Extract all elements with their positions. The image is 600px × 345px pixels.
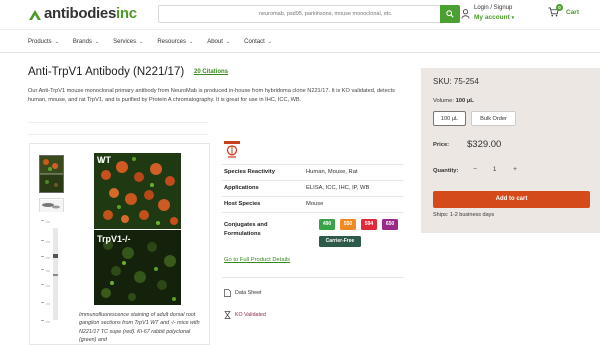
site-logo[interactable]: antibodiesinc [28,5,137,22]
nav-item-brands[interactable]: Brands ⌄ [73,39,99,45]
product-description: Our Anti-TrpV1 mouse monoclonal primary … [28,88,395,103]
spec-label-host: Host Species [224,201,261,207]
volume-option-100ul[interactable]: 100 µL [433,111,466,126]
divider [222,164,404,165]
nav-label: Contact [244,39,265,45]
nav-label: Services [113,39,137,45]
quantity-input[interactable]: 1 [493,167,496,173]
nav-label: Resources [157,39,187,45]
logo-suffix-text: inc [116,5,137,22]
conjugate-chip-650[interactable]: 650 [382,219,398,230]
nav-label: Brands [72,39,92,45]
chevron-down-icon: ▾ [511,15,515,21]
nav-label: Products [28,39,52,45]
nav-label: About [207,39,223,45]
chevron-down-icon: ⌄ [54,39,59,45]
ko-validated-label: KO Validated [235,312,266,318]
carrier-free-chip[interactable]: Carrier-Free [319,236,361,247]
spec-label-conjugates: Conjugates and [224,222,268,228]
main-product-image[interactable]: WT TrpV1-/- [94,153,181,305]
volume-value: 100 µL [455,98,474,104]
spec-label-species: Species Reactivity [224,169,275,175]
spec-label-formulations: Formulations [224,231,261,237]
quantity-increment-button[interactable]: + [513,166,517,173]
volume-option-bulk[interactable]: Bulk Order [471,111,516,126]
search-icon [446,10,454,18]
chevron-down-icon: ⌄ [94,39,100,45]
product-title: Anti-TrpV1 Antibody (N221/17) [28,66,185,78]
nav-item-resources[interactable]: Resources ⌄ [157,39,193,45]
panel-label-wt: WT [97,155,111,165]
divider [28,134,208,135]
spec-label-applications: Applications [224,185,259,191]
my-account-label: My account [474,14,510,21]
cart-button[interactable]: 0 Cart [548,4,580,17]
chevron-down-icon: ⌄ [225,39,231,45]
conjugate-chip-490[interactable]: 490 [319,219,335,230]
citations-link[interactable]: 20 Citations [194,69,228,75]
shipping-info: Ships: 1-2 business days [433,212,495,218]
gallery-thumbnail-western[interactable] [39,218,64,325]
neuromab-logo-icon [224,141,240,158]
volume-label-text: Volume: [433,98,454,104]
my-account-link[interactable]: My account ▾ [474,14,514,21]
logo-text: antibodiesinc [44,5,137,22]
divider [222,277,404,278]
account-menu[interactable]: Login / Signup My account ▾ [474,5,514,21]
divider [222,180,404,181]
chevron-down-icon: ⌄ [139,39,144,45]
gallery-thumbnail-blot[interactable] [39,198,64,212]
user-icon[interactable] [461,9,470,19]
data-sheet-link[interactable]: Data Sheet [224,289,262,297]
neuromab-logo [222,140,242,165]
logo-mark-icon [29,9,41,20]
main-nav: Products ⌄ Brands ⌄ Services ⌄ Resources ⌄ A… [0,31,600,53]
volume-label: Volume: 100 µL [433,98,474,104]
divider [222,212,404,213]
nav-item-contact[interactable]: Contact ⌄ [244,39,272,45]
thumbnail-if-image [40,156,63,192]
nav-item-about[interactable]: About ⌄ [207,39,230,45]
image-caption: Immunofluorescence staining of adult dor… [79,312,200,344]
price-label: Price: [433,142,450,148]
nav-item-products[interactable]: Products ⌄ [28,39,59,45]
search-box [158,5,460,23]
thumbnail-western-image [39,218,64,325]
divider [28,122,208,123]
conjugate-chip-594[interactable]: 594 [361,219,377,230]
gallery-thumbnail-if[interactable] [39,155,64,193]
immunofluorescence-image [94,153,181,305]
spec-value-species: Human, Mouse, Rat [306,169,358,175]
chevron-down-icon: ⌄ [267,39,272,45]
full-product-details-link[interactable]: Go to Full Product Details [224,257,290,263]
spec-value-applications: ELISA, ICC, IHC, IP, WB [306,185,370,191]
logo-brand-text: antibodies [44,5,117,22]
login-signup-link[interactable]: Login / Signup [474,5,514,11]
add-to-cart-button[interactable]: Add to cart [433,191,590,208]
cart-label: Cart [566,8,580,16]
top-header: antibodiesinc Login / Signup My account … [0,0,600,30]
conjugate-chip-550[interactable]: 550 [340,219,356,230]
nav-item-services[interactable]: Services ⌄ [113,39,143,45]
quantity-decrement-button[interactable]: − [473,166,477,173]
spec-value-host: Mouse [306,201,324,207]
quantity-label: Quantity: [433,168,459,174]
ko-validated-link[interactable]: KO Validated [224,311,266,319]
thumbnail-blot-image [40,200,63,212]
chevron-down-icon: ⌄ [189,39,194,45]
search-button[interactable] [440,5,460,23]
price-value: $329.00 [467,139,502,150]
search-input[interactable] [159,6,439,22]
data-sheet-label: Data Sheet [235,290,262,296]
panel-label-ko: TrpV1-/- [97,234,131,244]
cart-count-badge: 0 [556,4,563,11]
ko-validated-icon [224,311,231,319]
sku-text: SKU: 75-254 [433,77,479,86]
purchase-panel [421,68,600,233]
document-icon [224,289,231,297]
divider [222,196,404,197]
